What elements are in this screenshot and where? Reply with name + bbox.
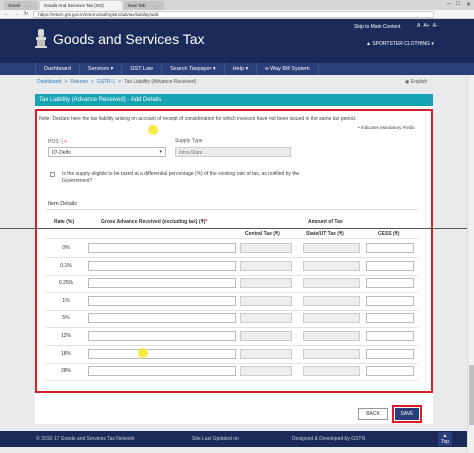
nav-search-taxpayer[interactable]: Search Taxpayer ▾ (162, 63, 225, 75)
back-to-top-button[interactable]: ▲ Top (438, 432, 452, 446)
footer-updated: Site Last Updated on (192, 436, 239, 442)
site-footer: © 2016-17 Goods and Services Tax Network… (0, 431, 474, 447)
reload-icon[interactable]: ↻ (24, 11, 28, 17)
footer-designed: Designed & Developed by GSTN (292, 436, 366, 442)
top-label: Top (440, 439, 450, 445)
forward-arrow-icon[interactable]: → (14, 11, 19, 17)
scroll-thumb[interactable] (469, 365, 474, 425)
breadcrumb-separator: > (64, 79, 68, 85)
minimize-icon[interactable]: – (447, 1, 450, 8)
page-scrollbar[interactable] (467, 75, 474, 453)
language-label: English (410, 79, 428, 85)
nav-dashboard[interactable]: Dashboard (35, 63, 80, 75)
font-size-controls: A A+ A- (417, 23, 438, 29)
breadcrumb-current: Tax Liability (Advance Received) (124, 79, 197, 85)
browser-tab-gst[interactable]: Goods And Services Tax (GS) (40, 1, 122, 10)
site-title: Goods and Services Tax (53, 31, 205, 47)
address-bar[interactable]: https://return.gst.gov.in/returns/auth/g… (33, 10, 434, 18)
close-icon[interactable]: ✕ (466, 1, 471, 8)
font-normal-button[interactable]: A (417, 23, 420, 29)
crosshair-line (0, 228, 474, 229)
user-menu[interactable]: ▲ SPORTSTER CLOTHING ▾ (366, 41, 434, 47)
breadcrumb-returns[interactable]: Returns (70, 79, 88, 85)
footer-copyright: © 2016-17 Goods and Services Tax Network (36, 436, 135, 442)
back-arrow-icon[interactable]: ← (4, 11, 9, 17)
cursor-highlight (138, 348, 148, 358)
nav-help[interactable]: Help ▾ (225, 63, 258, 75)
page-title: Tax Liability (Advance Received) - Add D… (35, 94, 433, 106)
save-highlight-box (392, 405, 422, 423)
skip-to-content-link[interactable]: Skip to Main Content (354, 24, 400, 30)
font-smaller-button[interactable]: A- (433, 23, 438, 29)
highlight-box (35, 109, 433, 393)
breadcrumb-dashboard[interactable]: Dashboard (37, 79, 61, 85)
browser-tab-gmail[interactable]: Gmail (4, 1, 38, 10)
browser-toolbar: ← → ↻ https://return.gst.gov.in/returns/… (0, 10, 474, 19)
maximize-icon[interactable]: □ (456, 1, 460, 8)
site-header: Goods and Services Tax Skip to Main Cont… (0, 19, 474, 63)
breadcrumb: Dashboard > Returns > GSTR-1 > Tax Liabi… (37, 79, 196, 85)
window-controls: – □ ✕ (447, 1, 471, 8)
main-nav: Dashboard Services ▾ GST Law Search Taxp… (0, 63, 474, 75)
back-button[interactable]: BACK (358, 408, 388, 420)
browser-tab-new[interactable]: New Tab (124, 1, 164, 10)
national-emblem-icon (35, 29, 47, 48)
nav-services[interactable]: Services ▾ (80, 63, 123, 75)
font-larger-button[interactable]: A+ (423, 23, 429, 29)
cursor-highlight (148, 125, 158, 135)
breadcrumb-gstr1[interactable]: GSTR-1 (97, 79, 115, 85)
language-selector[interactable]: ◉ English (405, 79, 427, 85)
breadcrumb-separator: > (118, 79, 122, 85)
browser-tab-strip: Gmail Goods And Services Tax (GS) New Ta… (0, 0, 474, 10)
nav-gst-law[interactable]: GST Law (122, 63, 163, 75)
nav-eway-bill[interactable]: e-Way Bill System (257, 63, 319, 75)
breadcrumb-separator: > (90, 79, 94, 85)
